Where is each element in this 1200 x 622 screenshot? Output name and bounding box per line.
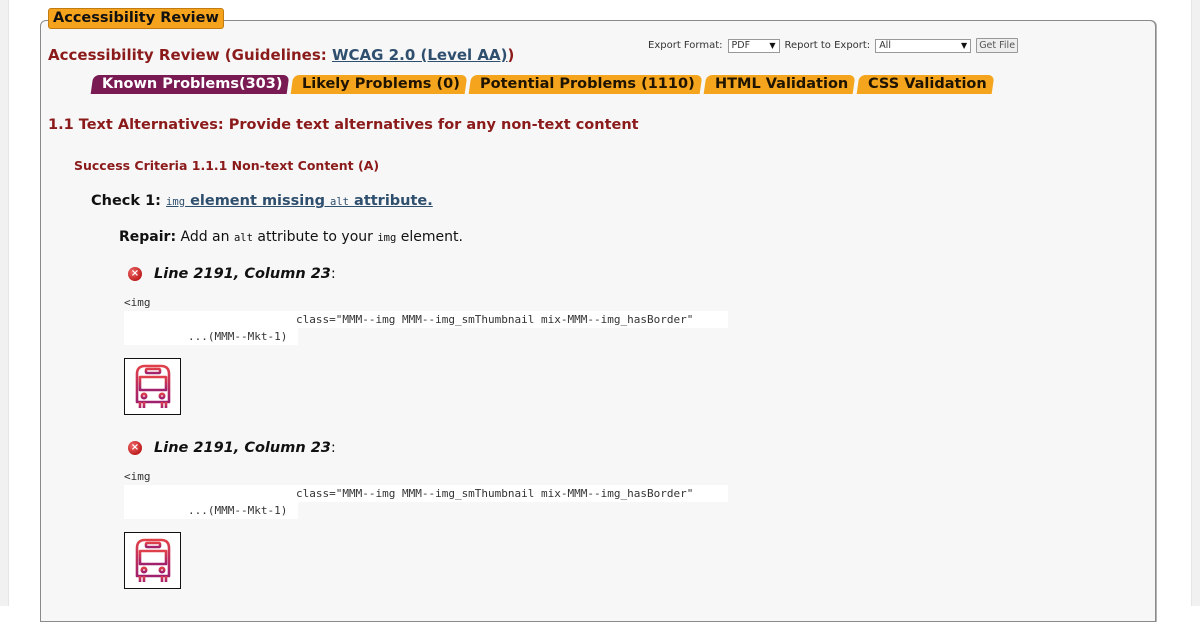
issue-item: × Line 2191, Column 23: <img class="MMM-…	[124, 440, 764, 589]
code-snippet: <img class="MMM--img MMM--img_smThumbnai…	[124, 468, 764, 519]
check-code-img: img	[166, 196, 186, 208]
tab-label: Known Problems(303)	[102, 76, 283, 92]
check-link-text: element missing	[185, 193, 331, 209]
panel-legend: Accessibility Review	[48, 8, 224, 29]
tab-label: Likely Problems (0)	[302, 76, 461, 92]
dropdown-arrow-icon: ▼	[961, 41, 968, 50]
review-title-prefix: Accessibility Review (Guidelines:	[48, 46, 332, 64]
issue-colon: :	[330, 440, 336, 456]
thumbnail-image	[124, 532, 181, 589]
review-title: Accessibility Review (Guidelines: WCAG 2…	[48, 46, 514, 64]
right-scrollbar[interactable]	[1191, 0, 1200, 606]
code-line: class="MMM--img MMM--img_smThumbnail mix…	[124, 311, 728, 328]
repair-part: attribute to your	[252, 229, 378, 245]
report-to-export-value: All	[879, 40, 891, 51]
problem-tabs: Known Problems(303) Likely Problems (0) …	[90, 75, 995, 94]
bus-icon	[135, 538, 170, 582]
code-line: <img	[124, 296, 151, 309]
export-format-value: PDF	[731, 40, 751, 51]
dropdown-arrow-icon: ▼	[769, 41, 776, 50]
code-line: ...(MMM--Mkt-1)	[124, 502, 298, 519]
tab-label: HTML Validation	[715, 76, 849, 92]
tab-label: Potential Problems (1110)	[480, 76, 696, 92]
success-criteria-heading: Success Criteria 1.1.1 Non-text Content …	[74, 158, 380, 173]
export-format-select[interactable]: PDF ▼	[727, 38, 780, 53]
issue-item: × Line 2191, Column 23: <img class="MMM-…	[124, 266, 764, 415]
guideline-heading: 1.1 Text Alternatives: Provide text alte…	[48, 117, 639, 133]
report-to-export-label: Report to Export:	[784, 40, 871, 51]
repair-code-alt: alt	[233, 232, 253, 244]
get-file-button[interactable]: Get File	[976, 38, 1019, 53]
issue-location: × Line 2191, Column 23:	[128, 266, 764, 282]
tab-css-validation[interactable]: CSS Validation	[856, 75, 995, 94]
issue-colon: :	[330, 266, 336, 282]
issue-location-text: Line 2191, Column 23	[154, 266, 331, 282]
repair-part: element.	[396, 229, 463, 245]
export-bar: Export Format: PDF ▼ Report to Export: A…	[648, 38, 1019, 53]
review-title-suffix: )	[507, 46, 515, 64]
check-link-text: attribute.	[348, 193, 433, 209]
tab-html-validation[interactable]: HTML Validation	[703, 75, 856, 94]
check-code-alt: alt	[330, 196, 349, 208]
error-icon: ×	[128, 441, 142, 455]
tab-known-problems[interactable]: Known Problems(303)	[90, 75, 290, 94]
repair-text: Repair: Add an alt attribute to your img…	[119, 229, 463, 245]
report-to-export-select[interactable]: All ▼	[875, 38, 972, 53]
code-snippet: <img class="MMM--img MMM--img_smThumbnai…	[124, 294, 764, 345]
check-link[interactable]: img element missing alt attribute.	[166, 193, 433, 209]
left-edge	[0, 0, 9, 606]
export-format-label: Export Format:	[648, 40, 723, 51]
guidelines-link[interactable]: WCAG 2.0 (Level AA)	[332, 46, 507, 64]
repair-code-img: img	[377, 232, 397, 244]
bus-icon	[135, 364, 170, 408]
error-icon: ×	[128, 267, 142, 281]
check-label: Check 1:	[91, 193, 161, 209]
code-line: <img	[124, 470, 151, 483]
code-line: class="MMM--img MMM--img_smThumbnail mix…	[124, 485, 728, 502]
code-line: ...(MMM--Mkt-1)	[124, 328, 298, 345]
tab-likely-problems[interactable]: Likely Problems (0)	[291, 75, 468, 94]
tab-label: CSS Validation	[868, 76, 987, 92]
issue-location: × Line 2191, Column 23:	[128, 440, 764, 456]
issue-location-text: Line 2191, Column 23	[154, 440, 331, 456]
repair-label: Repair:	[119, 229, 177, 245]
thumbnail-image	[124, 358, 181, 415]
repair-part: Add an	[176, 229, 234, 245]
check-heading: Check 1: img element missing alt attribu…	[91, 193, 433, 209]
tab-potential-problems[interactable]: Potential Problems (1110)	[468, 75, 703, 94]
